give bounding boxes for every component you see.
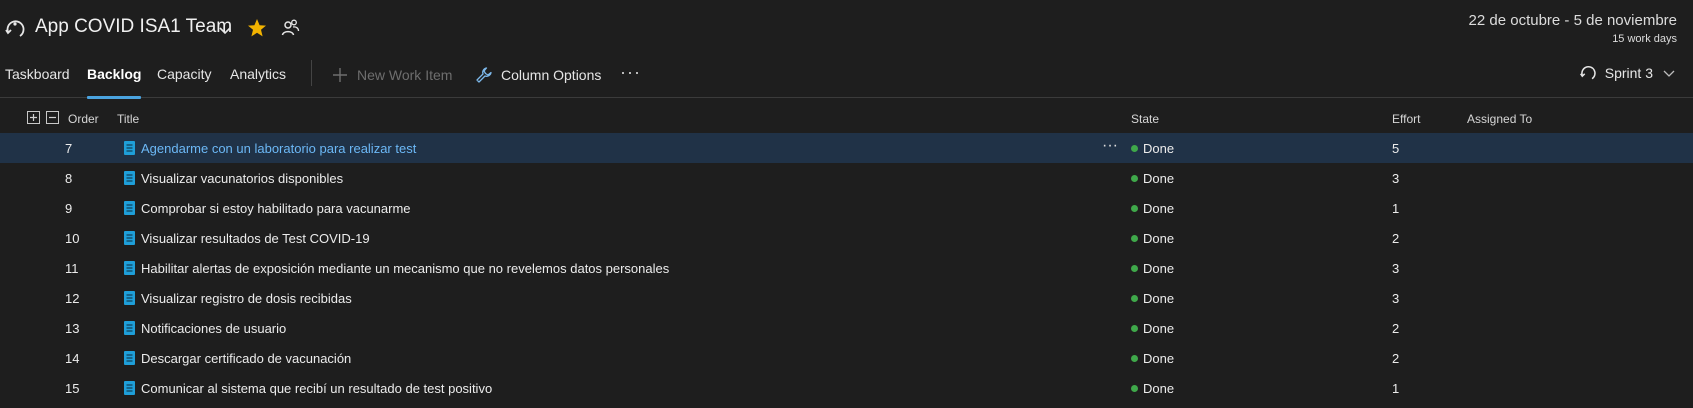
row-effort[interactable]: 1 [1392, 381, 1399, 396]
table-row[interactable]: 9 Comprobar si estoy habilitado para vacu… [0, 193, 1693, 223]
tab-analytics[interactable]: Analytics [230, 66, 286, 96]
table-row[interactable]: 12 Visualizar registro de dosis recibidas… [0, 283, 1693, 313]
row-title[interactable]: Agendarme con un laboratorio para realiz… [141, 141, 416, 156]
column-header-order[interactable]: Order [68, 112, 99, 126]
row-effort[interactable]: 2 [1392, 231, 1399, 246]
row-order: 13 [65, 321, 80, 336]
row-order: 11 [65, 261, 79, 276]
new-work-item-button[interactable]: New Work Item [331, 64, 452, 86]
row-title[interactable]: Comunicar al sistema que recibí un resul… [141, 381, 492, 396]
row-order: 10 [65, 231, 80, 246]
tab-capacity[interactable]: Capacity [157, 66, 211, 96]
column-options-label: Column Options [501, 67, 602, 83]
collapse-all-icon[interactable] [46, 111, 59, 124]
state-done-dot [1131, 145, 1138, 152]
column-header-effort[interactable]: Effort [1392, 112, 1420, 126]
table-row[interactable]: 10 Visualizar resultados de Test COVID-19… [0, 223, 1693, 253]
header: App COVID ISA1 Team 22 de octubre - 5 de… [0, 0, 1693, 56]
row-effort[interactable]: 3 [1392, 291, 1399, 306]
tab-taskboard[interactable]: Taskboard [5, 66, 70, 96]
state-done-dot [1131, 295, 1138, 302]
row-effort[interactable]: 1 [1392, 201, 1399, 216]
table-row[interactable]: 15 Comunicar al sistema que recibí un res… [0, 373, 1693, 403]
row-state[interactable]: Done [1143, 321, 1174, 336]
toolbar-divider [311, 60, 312, 86]
table-row[interactable]: 8 Visualizar vacunatorios disponibles Done… [0, 163, 1693, 193]
backlog-item-icon [124, 381, 135, 395]
sprint-date-range: 22 de octubre - 5 de noviembre [1468, 12, 1677, 29]
sprint-picker[interactable]: Sprint 3 [1579, 64, 1675, 82]
row-effort[interactable]: 5 [1392, 141, 1399, 156]
backlog-item-icon [124, 171, 135, 185]
row-order: 8 [65, 171, 73, 186]
chevron-down-icon [1663, 70, 1675, 77]
row-order: 15 [65, 381, 80, 396]
team-name[interactable]: App COVID ISA1 Team [35, 16, 232, 38]
state-done-dot [1131, 355, 1138, 362]
row-title[interactable]: Visualizar resultados de Test COVID-19 [141, 231, 370, 246]
team-members-icon[interactable] [281, 18, 300, 37]
row-state[interactable]: Done [1143, 231, 1174, 246]
row-title[interactable]: Visualizar registro de dosis recibidas [141, 291, 352, 306]
row-state[interactable]: Done [1143, 171, 1174, 186]
row-more-icon[interactable]: ··· [1102, 137, 1118, 155]
state-done-dot [1131, 205, 1138, 212]
expand-all-icon[interactable] [27, 111, 40, 124]
chevron-down-icon[interactable] [218, 23, 232, 37]
row-state[interactable]: Done [1143, 381, 1174, 396]
row-order: 9 [65, 201, 73, 216]
backlog-item-icon [124, 201, 135, 215]
row-effort[interactable]: 2 [1392, 321, 1399, 336]
state-done-dot [1131, 325, 1138, 332]
sprint-icon [5, 20, 25, 37]
sprint-label: Sprint 3 [1604, 65, 1653, 81]
row-state[interactable]: Done [1143, 141, 1174, 156]
row-title[interactable]: Visualizar vacunatorios disponibles [141, 171, 343, 186]
plus-icon [333, 68, 347, 82]
row-title[interactable]: Habilitar alertas de exposición mediante… [141, 261, 669, 276]
row-state[interactable]: Done [1143, 261, 1174, 276]
row-effort[interactable]: 3 [1392, 261, 1399, 276]
state-done-dot [1131, 175, 1138, 182]
column-header-title[interactable]: Title [117, 112, 139, 126]
grid-rows: 7 Agendarme con un laboratorio para reali… [0, 133, 1693, 403]
table-row[interactable]: 11 Habilitar alertas de exposición median… [0, 253, 1693, 283]
more-icon[interactable]: ··· [620, 62, 641, 83]
wrench-icon [476, 67, 492, 83]
sprint-icon [1579, 66, 1596, 80]
row-state[interactable]: Done [1143, 201, 1174, 216]
sprint-work-days: 15 work days [1612, 33, 1677, 45]
table-row[interactable]: 14 Descargar certificado de vacunación Don… [0, 343, 1693, 373]
state-done-dot [1131, 265, 1138, 272]
row-state[interactable]: Done [1143, 291, 1174, 306]
table-row[interactable]: 13 Notificaciones de usuario Done 2 [0, 313, 1693, 343]
new-work-item-label: New Work Item [357, 67, 453, 83]
table-row[interactable]: 7 Agendarme con un laboratorio para reali… [0, 133, 1693, 163]
row-title[interactable]: Descargar certificado de vacunación [141, 351, 351, 366]
row-title[interactable]: Comprobar si estoy habilitado para vacun… [141, 201, 411, 216]
backlog-grid: Order Title State Effort Assigned To 7 Ag… [0, 99, 1693, 403]
toolbar: Taskboard Backlog Capacity Analytics New… [0, 56, 1693, 99]
row-effort[interactable]: 2 [1392, 351, 1399, 366]
state-done-dot [1131, 235, 1138, 242]
backlog-item-icon [124, 351, 135, 365]
backlog-item-icon [124, 291, 135, 305]
row-effort[interactable]: 3 [1392, 171, 1399, 186]
column-options-button[interactable]: Column Options [475, 64, 601, 86]
row-order: 14 [65, 351, 80, 366]
row-title[interactable]: Notificaciones de usuario [141, 321, 286, 336]
grid-header: Order Title State Effort Assigned To [0, 99, 1693, 133]
column-header-state[interactable]: State [1131, 112, 1159, 126]
column-header-assigned-to[interactable]: Assigned To [1467, 112, 1532, 126]
backlog-item-icon [124, 231, 135, 245]
star-icon[interactable] [247, 18, 267, 38]
tab-backlog[interactable]: Backlog [87, 66, 142, 99]
backlog-item-icon [124, 261, 135, 275]
backlog-item-icon [124, 141, 135, 155]
row-state[interactable]: Done [1143, 351, 1174, 366]
row-order: 12 [65, 291, 80, 306]
state-done-dot [1131, 385, 1138, 392]
backlog-item-icon [124, 321, 135, 335]
row-order: 7 [65, 141, 73, 156]
